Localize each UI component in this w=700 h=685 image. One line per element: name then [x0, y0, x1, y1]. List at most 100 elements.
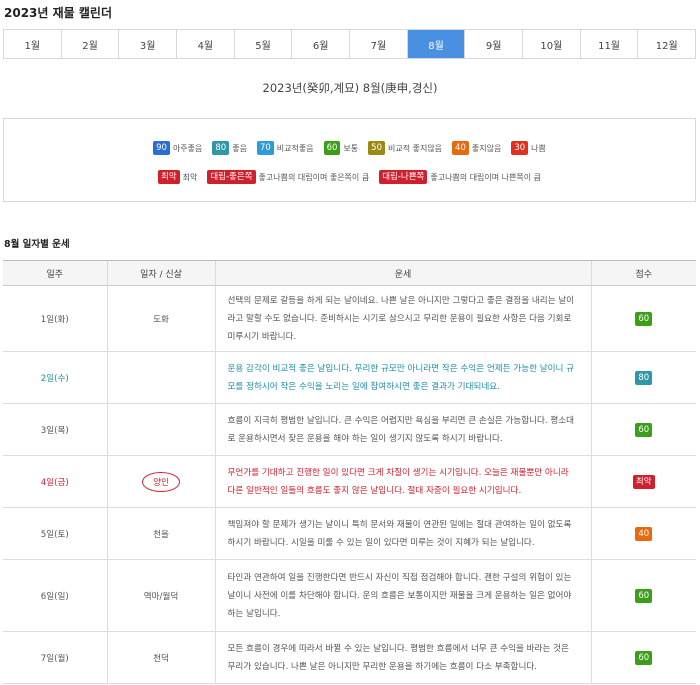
legend-item: 대립-나쁜쪽 좋고나쁨의 대립이며 나쁜쪽이 큼: [379, 170, 541, 184]
god-label: 천덕: [153, 653, 169, 664]
legend-label: 아주좋음: [172, 143, 203, 153]
header-date: 일주: [3, 260, 107, 286]
score-badge: 60: [635, 650, 653, 665]
cell-date: 7일(월): [3, 631, 107, 684]
legend-badge: 40: [452, 141, 469, 155]
legend-badge: 대립-좋은쪽: [207, 170, 256, 184]
god-label: 천을: [153, 529, 169, 540]
cell-score: 60: [590, 559, 696, 632]
legend-item: 30 나쁨: [511, 141, 546, 155]
cell-date: 3일(목): [3, 403, 107, 456]
legend-badge: 90: [153, 141, 170, 155]
month-tab-12[interactable]: 12월: [638, 30, 696, 58]
legend-badge: 70: [256, 141, 274, 155]
score-badge: 40: [635, 526, 653, 541]
cell-fortune-text: 선택의 문제로 갈등을 하게 되는 날이네요. 나쁜 날은 아니지만 그렇다고 …: [214, 285, 591, 352]
legend-item: 80 좋음: [212, 141, 247, 155]
god-label: 역마/월덕: [143, 591, 179, 602]
legend-badge: 50: [368, 141, 385, 155]
legend-row-scores: 90 아주좋음 80 좋음 70 비교적좋음 60 보통 50 비교적 좋지않음 40 좋지않음 30 나…: [4, 141, 695, 155]
month-tab-3[interactable]: 3월: [119, 30, 178, 58]
god-label: 양인: [142, 471, 180, 492]
legend-badge: 60: [323, 141, 341, 155]
table-row: 3일(목) 흐름이 지극히 평범한 날입니다. 큰 수익은 어렵지만 욕심을 부리…: [3, 403, 696, 456]
legend-item: 대립-좋은쪽 좋고나쁨의 대립이며 좋은쪽이 큼: [207, 170, 369, 184]
month-tab-9[interactable]: 9월: [465, 30, 524, 58]
cell-date: 4일(금): [3, 455, 107, 508]
cell-score: 40: [590, 507, 696, 560]
month-tab-1[interactable]: 1월: [4, 30, 62, 58]
cell-god: 천덕: [106, 631, 215, 684]
table-row: 2일(수) 운용 감각이 비교적 좋은 날입니다. 무리한 규모만 아니라면 작은…: [3, 351, 696, 404]
legend-label: 좋고나쁨의 대립이며 좋은쪽이 큼: [258, 172, 370, 182]
month-tab-7[interactable]: 7월: [350, 30, 408, 58]
cell-fortune-text: 타인과 연관하여 일을 진행한다면 반드시 자신이 직접 점검해야 합니다. 괜…: [214, 559, 591, 632]
cell-fortune-text: 흐름이 지극히 평범한 날입니다. 큰 수익은 어렵지만 욕심을 부리면 큰 손…: [214, 403, 591, 456]
score-legend: 90 아주좋음 80 좋음 70 비교적좋음 60 보통 50 비교적 좋지않음 40 좋지않음 30 나…: [3, 118, 696, 202]
month-tab-6[interactable]: 6월: [292, 30, 351, 58]
cell-date: 2일(수): [3, 351, 107, 404]
cell-god: 천을: [106, 507, 215, 560]
cell-god: [106, 403, 215, 456]
cell-god: 도화: [106, 285, 215, 352]
score-badge: 최악: [632, 474, 655, 489]
month-nav: 1월 2월 3월 4월 5월 6월 7월 8월 9월 10월 11월 12월: [3, 29, 696, 59]
month-tab-11[interactable]: 11월: [580, 30, 639, 58]
table-header-row: 일주 일자 / 신살 운세 점수: [3, 260, 696, 286]
legend-badge: 30: [511, 141, 529, 155]
legend-label: 좋고나쁨의 대립이며 나쁜쪽이 큼: [430, 172, 542, 182]
month-tab-5[interactable]: 5월: [234, 30, 293, 58]
legend-item: 60 보통: [323, 141, 359, 155]
month-tab-4[interactable]: 4월: [177, 30, 235, 58]
score-badge: 60: [635, 311, 653, 326]
legend-item: 70 비교적좋음: [256, 141, 314, 155]
cell-date: 1일(화): [3, 285, 107, 352]
table-row: 6일(일) 역마/월덕 타인과 연관하여 일을 진행한다면 반드시 자신이 직접 점…: [3, 559, 696, 632]
cell-fortune-text: 모든 흐름이 경우에 따라서 바뀔 수 있는 날입니다. 평범한 흐름에서 너무…: [214, 631, 591, 684]
page-title: 2023년 재물 캘린더: [4, 6, 112, 20]
legend-item: 40 좋지않음: [452, 141, 501, 155]
score-badge: 80: [635, 370, 653, 385]
cell-date: 5일(토): [3, 507, 107, 560]
legend-label: 보통: [343, 143, 359, 153]
section-title: 8월 일자별 운세: [4, 239, 70, 250]
legend-badge: 80: [212, 141, 230, 155]
cell-fortune-text: 책임져야 할 문제가 생기는 날이니 특히 문서와 재물이 연관된 일에는 절대…: [214, 507, 591, 560]
cell-score: 60: [590, 285, 696, 352]
daily-fortune-table: 일주 일자 / 신살 운세 점수 1일(화) 도화 선택의 문제로 갈등을 하게 되…: [3, 260, 696, 684]
legend-label: 비교적 좋지않음: [387, 143, 443, 153]
month-tab-8[interactable]: 8월: [407, 30, 466, 58]
cell-fortune-text: 무언가를 기대하고 진행한 일이 있다면 크게 차질이 생기는 시기입니다. 오…: [214, 455, 591, 508]
table-row: 4일(금) 양인 무언가를 기대하고 진행한 일이 있다면 크게 차질이 생기는 시…: [3, 455, 696, 508]
month-tab-10[interactable]: 10월: [523, 30, 581, 58]
god-label: 도화: [153, 314, 169, 325]
legend-label: 좋음: [232, 143, 247, 153]
legend-label: 비교적좋음: [276, 143, 314, 153]
cell-score: 최악: [590, 455, 696, 508]
cell-fortune-text: 운용 감각이 비교적 좋은 날입니다. 무리한 규모만 아니라면 작은 수익은 …: [214, 351, 591, 404]
legend-row-special: 최악 최악 대립-좋은쪽 좋고나쁨의 대립이며 좋은쪽이 큼 대립-나쁜쪽 좋고나쁨의 대…: [4, 170, 695, 184]
legend-item: 50 비교적 좋지않음: [368, 141, 442, 155]
table-row: 1일(화) 도화 선택의 문제로 갈등을 하게 되는 날이네요. 나쁜 날은 아니지…: [3, 285, 696, 352]
legend-badge: 최악: [157, 170, 180, 184]
score-badge: 60: [635, 588, 653, 603]
legend-label: 나쁨: [531, 143, 546, 153]
legend-item: 최악 최악: [157, 170, 198, 184]
year-heading: 2023년(癸卯,계묘) 8월(庚申,경신): [262, 81, 438, 95]
legend-label: 최악: [182, 172, 198, 182]
score-badge: 60: [635, 422, 653, 437]
cell-god: [106, 351, 215, 404]
month-tab-2[interactable]: 2월: [61, 30, 120, 58]
cell-score: 60: [590, 631, 696, 684]
cell-date: 6일(일): [3, 559, 107, 632]
table-row: 5일(토) 천을 책임져야 할 문제가 생기는 날이니 특히 문서와 재물이 연관된…: [3, 507, 696, 560]
legend-label: 좋지않음: [471, 143, 502, 153]
cell-god: 양인: [106, 455, 215, 508]
header-score: 점수: [590, 260, 696, 286]
legend-badge: 대립-나쁜쪽: [379, 170, 428, 184]
table-row: 7일(월) 천덕 모든 흐름이 경우에 따라서 바뀔 수 있는 날입니다. 평범한 …: [3, 631, 696, 684]
cell-god: 역마/월덕: [106, 559, 215, 632]
header-god: 일자 / 신살: [106, 260, 215, 286]
cell-score: 60: [590, 403, 696, 456]
cell-score: 80: [590, 351, 696, 404]
